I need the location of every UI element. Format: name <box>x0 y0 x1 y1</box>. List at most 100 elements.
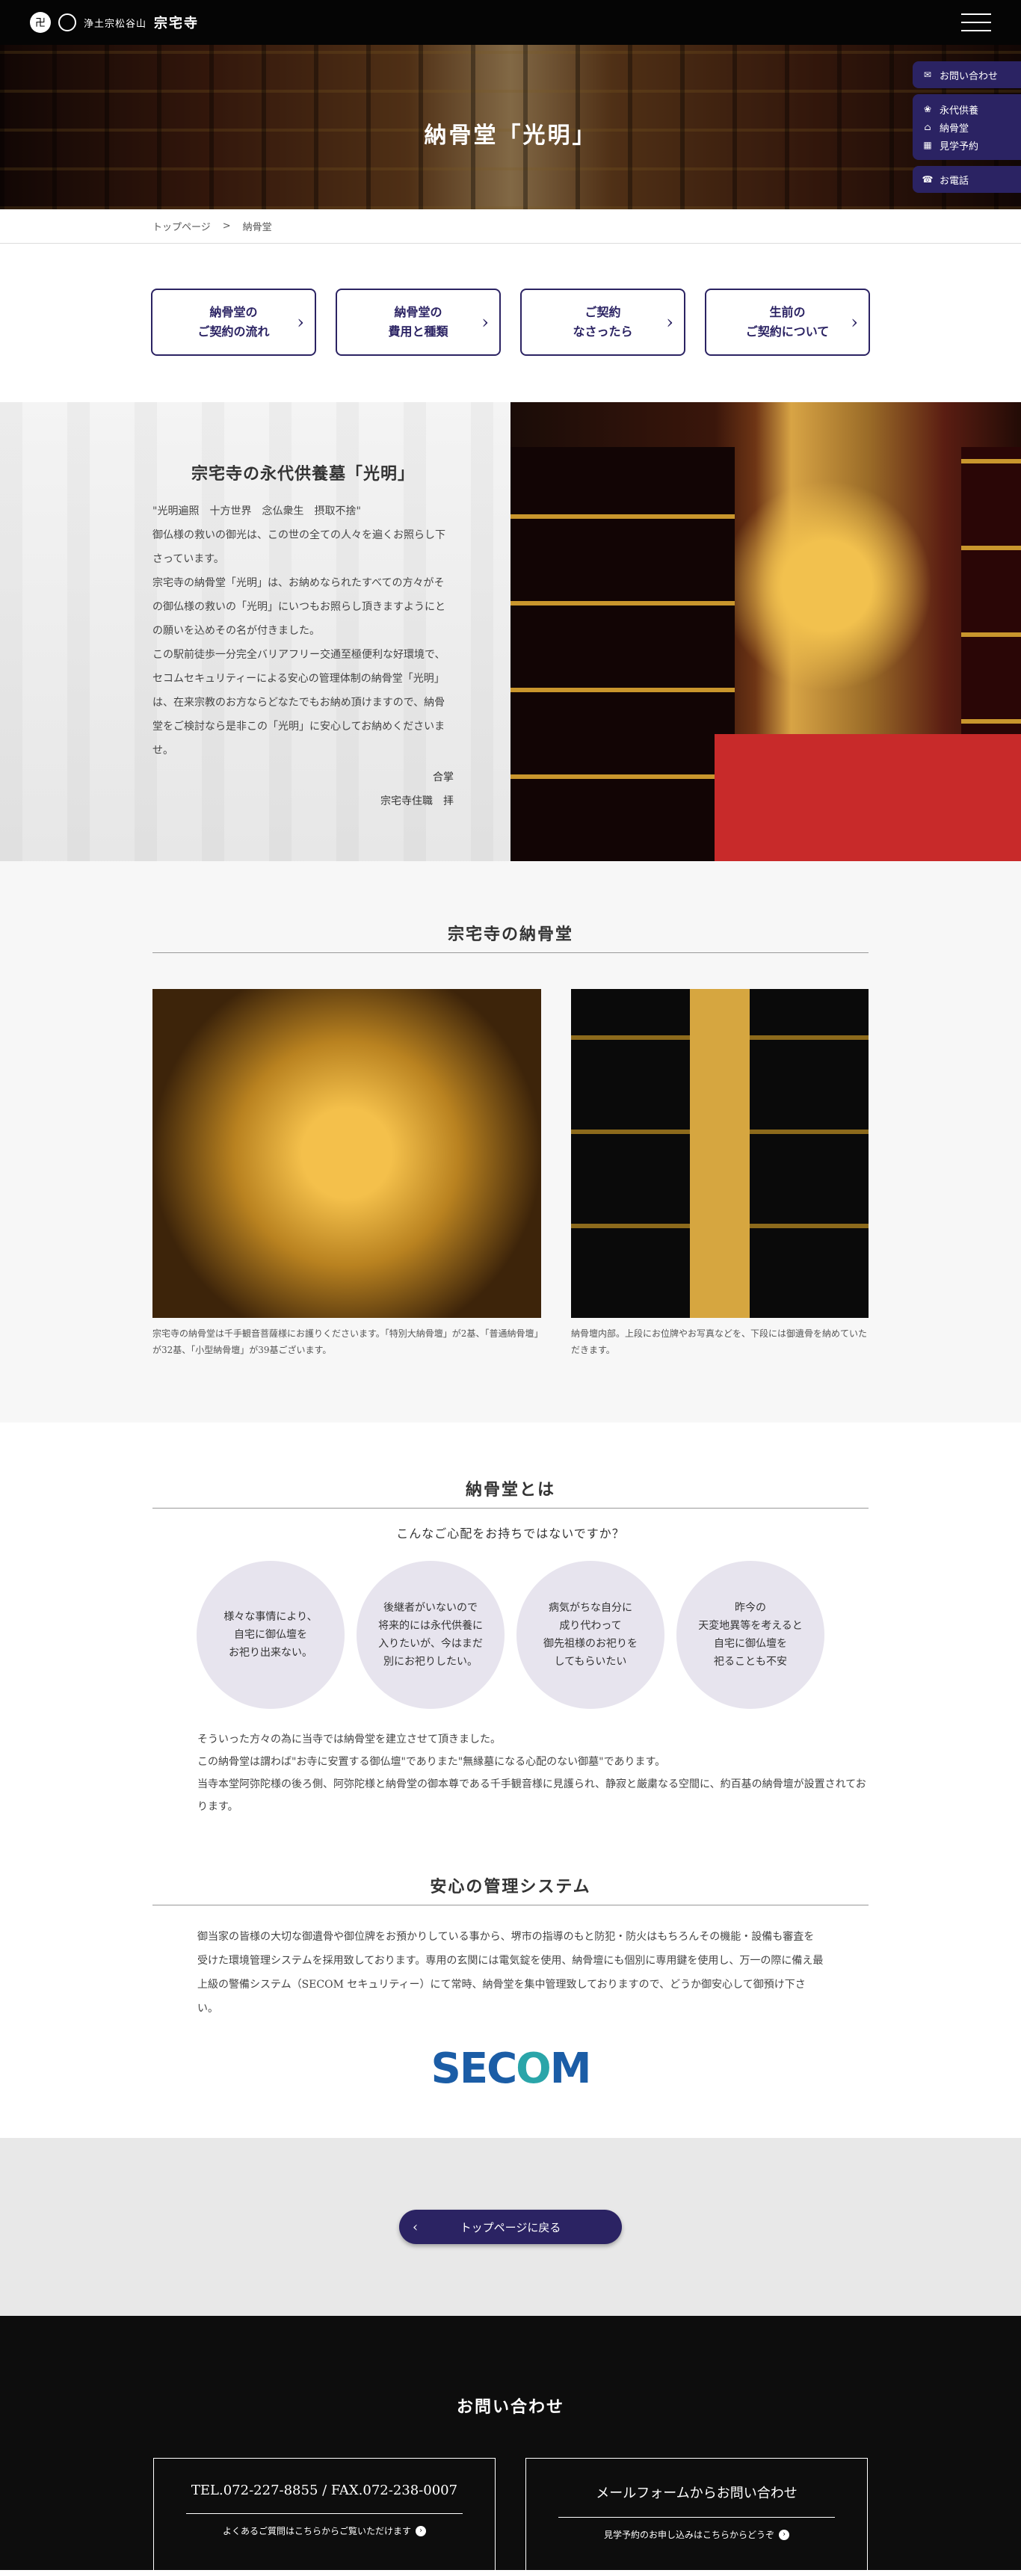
secom-logo: SECOM <box>152 2045 869 2093</box>
back-to-top-button[interactable]: ‹ トップページに戻る <box>399 2210 622 2244</box>
about-text: そういった方々の為に当寺では納骨堂を建立させて頂きました。 この納骨堂は謂わば"… <box>197 1728 869 1818</box>
signature-line: 合掌 <box>433 771 454 783</box>
logo-subtitle: 浄土宗松谷山 <box>84 18 147 30</box>
side-item-label: 納骨堂 <box>940 123 969 135</box>
temple-crest-icon: 卍 <box>30 12 51 33</box>
intro-paragraph: 御仏様の救いの御光は、この世の全ての人々を遍くお照らし下さっています。 <box>152 529 445 565</box>
concern-line: お祀り出来ない。 <box>228 1647 312 1659</box>
concern-line: 天変地異等を考えると <box>698 1620 803 1632</box>
concern-circle: 病気がちな自分に 成り代わって 御先祖様のお祀りを してもらいたい <box>516 1561 664 1709</box>
back-area: ‹ トップページに戻る <box>0 2138 1021 2316</box>
security-text: 御当家の皆様の大切な御遺骨や御位牌をお預かりしている事から、堺市の指導のもと防犯… <box>197 1931 824 2015</box>
security-section: 安心の管理システム 御当家の皆様の大切な御遺骨や御位牌をお預かりしている事から、… <box>0 1840 1021 2138</box>
mail-form-box[interactable]: メールフォームからお問い合わせ 見学予約のお申し込みはこちらからどうぞ › <box>525 2458 868 2576</box>
side-item-eitai[interactable]: ❀ 永代供養 <box>922 100 1012 118</box>
photo-card: 宗宅寺の納骨堂は千手観音菩薩様にお護りくださいます。「特別大納骨壇」が2基、「普… <box>152 989 541 1358</box>
concern-line: 後継者がいないので <box>383 1602 478 1614</box>
logo-title: 宗宅寺 <box>154 16 200 31</box>
nav-card-line1: 納骨堂の <box>209 305 258 319</box>
concern-line: 病気がちな自分に <box>549 1602 632 1614</box>
side-menu-box: ❀ 永代供養 ⌂ 納骨堂 ▦ 見学予約 <box>913 94 1021 160</box>
nokotsudan-interior-photo <box>571 989 869 1318</box>
concern-circle: 後継者がいないので 将来的には永代供養に 入りたいが、今はまだ 別にお祀りしたい… <box>357 1561 505 1709</box>
footer-boxes: TEL.072-227-8855 / FAX.072-238-0007 よくある… <box>0 2458 1021 2576</box>
photo-card: 納骨壇内部。上段にお位牌やお写真などを、下段には御遺骨を納めていただきます。 <box>571 989 869 1358</box>
signature-line: 宗宅寺住職 拝 <box>380 795 454 807</box>
about-paragraph: 当寺本堂阿弥陀様の後ろ側、阿弥陀様と納骨堂の御本尊である千手観音様に見護られ、静… <box>197 1778 866 1813</box>
concern-line: 自宅に御仏壇を <box>714 1638 787 1650</box>
intro-section: 宗宅寺の永代供養墓「光明」 "光明遍照 十方世界 念仏衆生 摂取不捨" 御仏様の… <box>0 402 1021 861</box>
contact-footer: お問い合わせ TEL.072-227-8855 / FAX.072-238-00… <box>0 2316 1021 2576</box>
temple-icon: ⌂ <box>924 122 931 132</box>
about-paragraph: そういった方々の為に当寺では納骨堂を建立させて頂きました。 <box>197 1734 501 1745</box>
side-floating-nav: ✉ お問い合わせ ❀ 永代供養 ⌂ 納骨堂 ▦ 見学予約 ☎ お電話 <box>913 61 1021 199</box>
concern-circle: 様々な事情により、 自宅に御仏壇を お祀り出来ない。 <box>197 1561 345 1709</box>
about-paragraph: この納骨堂は謂わば"お寺に安置する御仏壇"でありまた"無縁墓になる心配のない御墓… <box>197 1756 666 1768</box>
footer-title: お問い合わせ <box>456 2397 564 2417</box>
nav-card-line1: ご契約 <box>584 305 621 319</box>
chevron-right-icon: › <box>297 312 304 333</box>
concern-line: 将来的には永代供養に <box>378 1620 483 1632</box>
side-item-reservation[interactable]: ▦ 見学予約 <box>922 136 1012 154</box>
mail-form-text: メールフォームからお問い合わせ <box>558 2483 835 2518</box>
tel-fax-text: TEL.072-227-8855 / FAX.072-238-0007 <box>186 2483 463 2514</box>
nav-card-line2: ご契約について <box>745 324 830 339</box>
concern-line: 成り代わって <box>559 1620 622 1632</box>
hamburger-menu-icon[interactable] <box>961 13 991 31</box>
concern-line: 御先祖様のお祀りを <box>543 1638 638 1650</box>
nav-card-line1: 納骨堂の <box>394 305 442 319</box>
photo-row: 宗宅寺の納骨堂は千手観音菩薩様にお護りくださいます。「特別大納骨壇」が2基、「普… <box>152 989 869 1358</box>
red-carpet <box>715 734 1021 861</box>
back-button-label: トップページに戻る <box>460 2220 561 2234</box>
side-phone-box[interactable]: ☎ お電話 <box>913 166 1021 193</box>
temple-seal-icon <box>58 13 76 31</box>
concern-line: 昨今の <box>735 1602 766 1614</box>
chevron-right-icon: › <box>481 312 489 333</box>
nav-card-after-contract[interactable]: ご契約 なさったら › <box>520 289 685 356</box>
section-title: 納骨堂とは <box>152 1476 869 1509</box>
secom-logo-part: O <box>516 2045 552 2093</box>
intro-paragraph: 宗宅寺の納骨堂「光明」は、お納めなられたすべての方々がその御仏様の救いの「光明」… <box>152 577 445 637</box>
chevron-left-icon: ‹ <box>413 2219 419 2235</box>
concern-line: 別にお祀りしたい。 <box>383 1656 478 1668</box>
breadcrumb-home-link[interactable]: トップページ <box>152 219 211 233</box>
nav-card-line1: 生前の <box>769 305 806 319</box>
phone-icon: ☎ <box>922 174 934 185</box>
side-item-label: 見学予約 <box>940 141 979 152</box>
hero-banner: 納骨堂「光明」 <box>0 45 1021 209</box>
faq-link[interactable]: よくあるご質問はこちらからご覧いただけます › <box>154 2524 495 2537</box>
breadcrumb-current: 納骨堂 <box>242 222 272 233</box>
nav-card-contract-flow[interactable]: 納骨堂のご契約の流れ › <box>151 289 316 356</box>
reservation-link[interactable]: 見学予約のお申し込みはこちらからどうぞ › <box>526 2528 867 2541</box>
side-inquiry-box[interactable]: ✉ お問い合わせ <box>913 61 1021 88</box>
faq-link-label: よくあるご質問はこちらからご覧いただけます <box>222 2526 411 2536</box>
nav-card-cost-types[interactable]: 納骨堂の費用と種類 › <box>336 289 501 356</box>
concern-line: してもらいたい <box>554 1656 627 1668</box>
lotus-icon: ❀ <box>923 104 932 114</box>
concern-line: 様々な事情により、 <box>223 1611 318 1623</box>
side-item-inquiry[interactable]: ✉ お問い合わせ <box>922 67 1012 82</box>
nav-card-line2: ご契約の流れ <box>197 324 270 339</box>
nav-card-row: 納骨堂の ご契約の流れ › 納骨堂の 費用と種類 › ご契約 なさったら › 生前のご… <box>0 244 1021 402</box>
side-item-phone[interactable]: ☎ お電話 <box>922 172 1012 187</box>
about-section: 納骨堂とは こんなご心配をお持ちではないですか？ 様々な事情により、 自宅に御仏… <box>0 1423 1021 1840</box>
intro-paragraph: "光明遍照 十方世界 念仏衆生 摂取不捨" <box>152 505 361 517</box>
side-item-label: お電話 <box>940 175 969 187</box>
nav-card-pre-need[interactable]: 生前の ご契約について › <box>705 289 870 356</box>
arrow-circle-icon: › <box>779 2529 789 2540</box>
about-subtitle: こんなご心配をお持ちではないですか？ <box>396 1526 625 1541</box>
side-item-nokotsudo[interactable]: ⌂ 納骨堂 <box>922 118 1012 136</box>
concern-circles: 様々な事情により、 自宅に御仏壇を お祀り出来ない。 後継者がいないので 将来的… <box>152 1561 869 1709</box>
chevron-right-icon: › <box>666 312 673 333</box>
intro-text-panel: 宗宅寺の永代供養墓「光明」 "光明遍照 十方世界 念仏衆生 摂取不捨" 御仏様の… <box>0 402 510 861</box>
concern-line: 自宅に御仏壇を <box>233 1629 307 1641</box>
nav-card-line2: 費用と種類 <box>388 324 448 339</box>
arrow-circle-icon: › <box>416 2525 426 2536</box>
site-header: 卍 浄土宗松谷山 宗宅寺 <box>0 0 1021 45</box>
reservation-link-label: 見学予約のお申し込みはこちらからどうぞ <box>603 2530 774 2540</box>
tel-box[interactable]: TEL.072-227-8855 / FAX.072-238-0007 よくある… <box>153 2458 496 2576</box>
cabinet-left <box>510 447 735 861</box>
concern-line: 入りたいが、今はまだ <box>378 1638 483 1650</box>
site-logo[interactable]: 卍 浄土宗松谷山 宗宅寺 <box>30 12 199 33</box>
secom-logo-part: SEC <box>431 2045 517 2093</box>
